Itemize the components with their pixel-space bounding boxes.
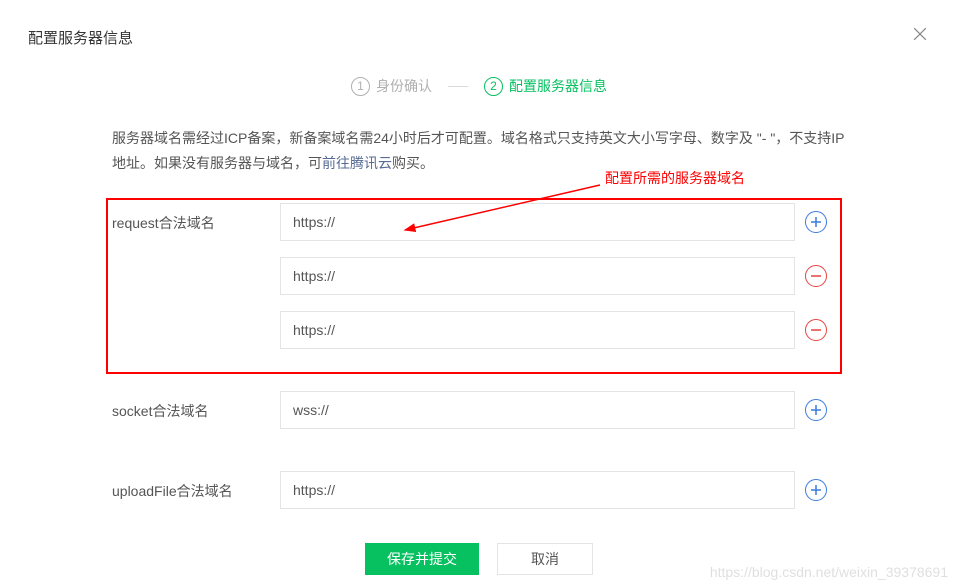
remove-domain-button-2[interactable] [805,265,827,287]
plus-icon [811,405,821,415]
minus-icon [811,325,821,335]
step-1: 1 身份确认 [351,76,432,96]
step-indicator: 1 身份确认 2 配置服务器信息 [0,68,958,126]
close-icon [910,24,930,44]
request-domain-input-2[interactable] [280,257,795,295]
add-domain-button[interactable] [805,211,827,233]
save-submit-button[interactable]: 保存并提交 [365,543,479,575]
watermark: https://blog.csdn.net/weixin_39378691 [710,564,948,580]
cancel-button[interactable]: 取消 [497,543,593,575]
socket-domain-input[interactable] [280,391,795,429]
remove-domain-button-3[interactable] [805,319,827,341]
request-domain-input-3[interactable] [280,311,795,349]
step-2-label: 配置服务器信息 [509,76,607,96]
step-2-num: 2 [484,77,503,96]
socket-domain-label: socket合法域名 [112,391,280,421]
uploadfile-domain-input[interactable] [280,471,795,509]
tencent-cloud-link[interactable]: 前往腾讯云 [322,155,392,171]
plus-icon [811,217,821,227]
step-divider [448,86,468,87]
step-1-label: 身份确认 [376,76,432,96]
uploadfile-domain-label: uploadFile合法域名 [112,471,280,501]
request-domain-label: request合法域名 [112,203,280,233]
step-2: 2 配置服务器信息 [484,76,607,96]
plus-icon [811,485,821,495]
add-socket-domain-button[interactable] [805,399,827,421]
dialog-title: 配置服务器信息 [28,27,133,48]
close-button[interactable] [910,24,930,50]
minus-icon [811,271,821,281]
annotation-text: 配置所需的服务器域名 [605,168,745,188]
step-1-num: 1 [351,77,370,96]
add-uploadfile-domain-button[interactable] [805,479,827,501]
request-domain-input-1[interactable] [280,203,795,241]
